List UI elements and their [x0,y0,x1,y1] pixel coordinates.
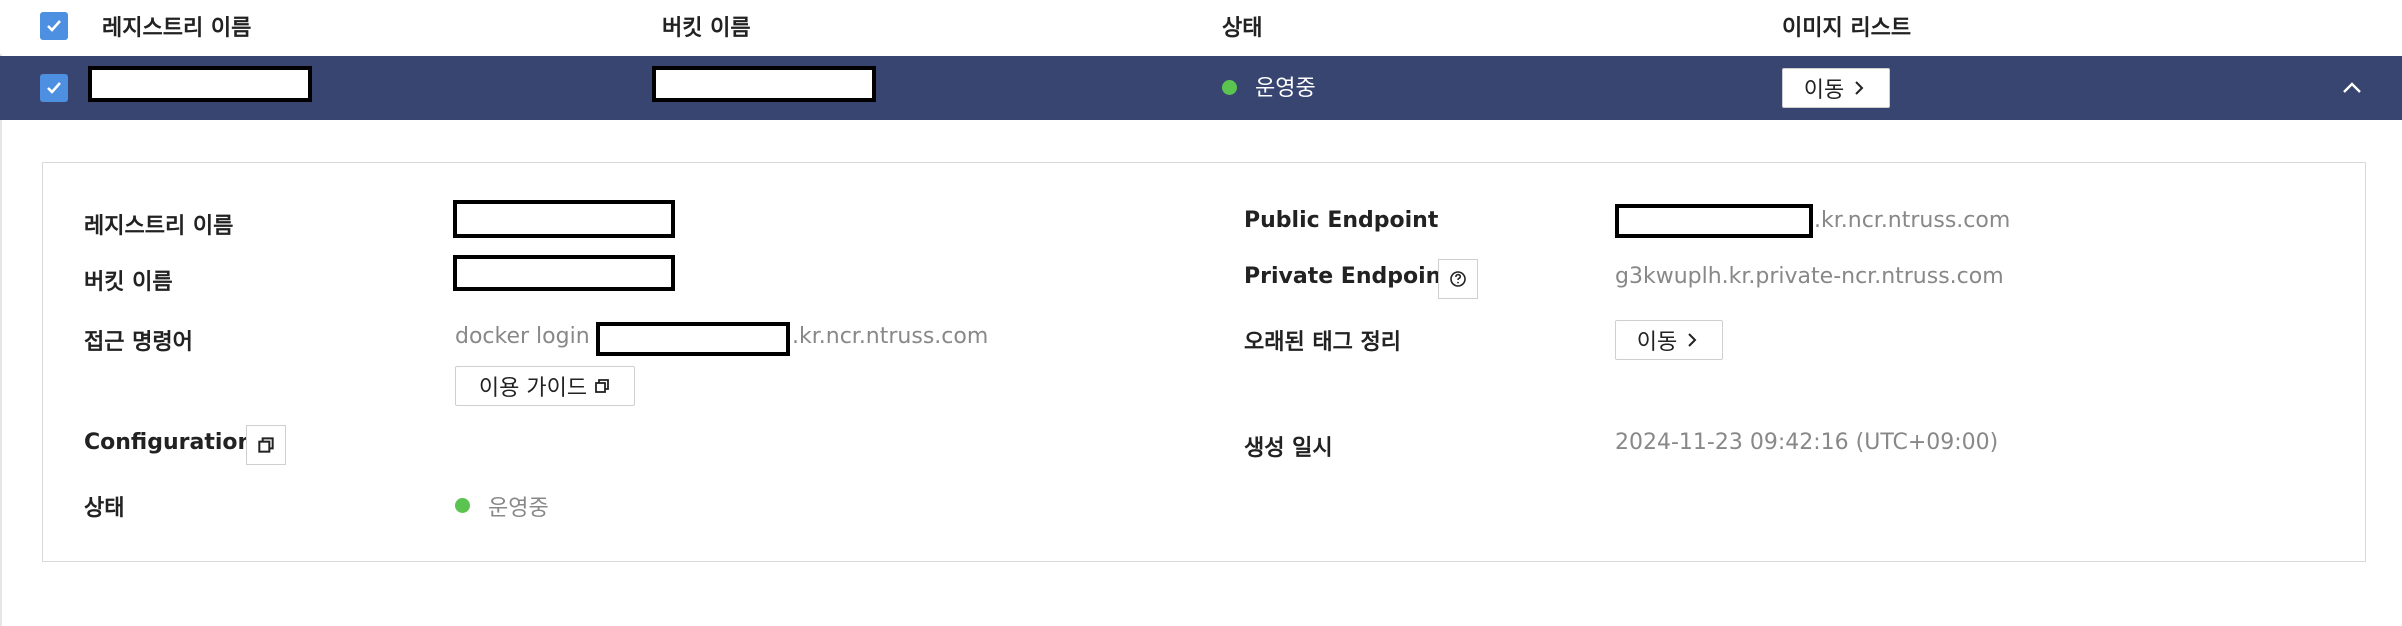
redacted-access-command [596,322,790,356]
status-dot [1222,80,1237,95]
private-endpoint-value: g3kwuplh.kr.private-ncr.ntruss.com [1615,264,2004,289]
table-row-selected[interactable] [0,56,2402,120]
old-tag-cleanup-label: 오래된 태그 정리 [1244,330,1401,355]
column-header-registry-name[interactable]: 레지스트리 이름 [102,10,251,42]
collapse-chevron-up-icon[interactable] [2340,76,2364,100]
external-window-icon [595,379,609,393]
image-list-move-button[interactable]: 이동 [1782,68,1890,108]
status-dot [455,498,470,513]
external-window-icon [258,437,274,453]
row-status-text: 운영중 [1255,76,1316,101]
row-checkbox[interactable] [40,74,68,102]
status-label: 상태 [84,496,125,521]
redacted-bucket-name [652,66,876,102]
usage-guide-label: 이용 가이드 [478,376,588,401]
access-command-prefix: docker login r [455,324,606,349]
created-at-value: 2024-11-23 09:42:16 (UTC+09:00) [1615,430,1999,455]
table-header: 레지스트리 이름 버킷 이름 상태 이미지 리스트 [0,0,2402,54]
detail-panel [42,162,2366,562]
check-icon [47,82,61,94]
column-header-bucket-name[interactable]: 버킷 이름 [662,10,751,42]
registry-name-label: 레지스트리 이름 [84,214,234,239]
chevron-right-icon [1855,81,1864,95]
column-header-image-list[interactable]: 이미지 리스트 [1782,10,1911,42]
check-icon [47,20,61,32]
chevron-right-icon [1688,333,1697,347]
redacted-bucket-name-value [453,255,675,291]
public-endpoint-label: Public Endpoint [1244,208,1439,233]
bucket-name-label: 버킷 이름 [84,270,173,295]
move-button-label: 이동 [1636,330,1678,355]
old-tag-cleanup-move-button[interactable]: 이동 [1615,320,1723,360]
created-at-label: 생성 일시 [1244,436,1333,461]
redacted-registry-name [88,66,312,102]
public-endpoint-suffix: .kr.ncr.ntruss.com [1814,208,2011,233]
select-all-checkbox[interactable] [40,12,68,40]
access-command-suffix: .kr.ncr.ntruss.com [792,324,989,349]
private-endpoint-label: Private Endpoint [1244,264,1452,289]
status-value: 운영중 [488,496,549,521]
redacted-public-endpoint [1615,204,1813,238]
usage-guide-button[interactable]: 이용 가이드 [455,366,635,406]
move-button-label: 이동 [1803,78,1845,103]
private-endpoint-help-button[interactable] [1438,259,1478,299]
configuration-copy-button[interactable] [246,425,286,465]
redacted-registry-name-value [453,200,675,238]
configuration-label: Configuration [84,430,254,455]
help-icon [1450,271,1466,287]
access-command-label: 접근 명령어 [84,330,193,355]
column-header-status[interactable]: 상태 [1222,10,1262,42]
